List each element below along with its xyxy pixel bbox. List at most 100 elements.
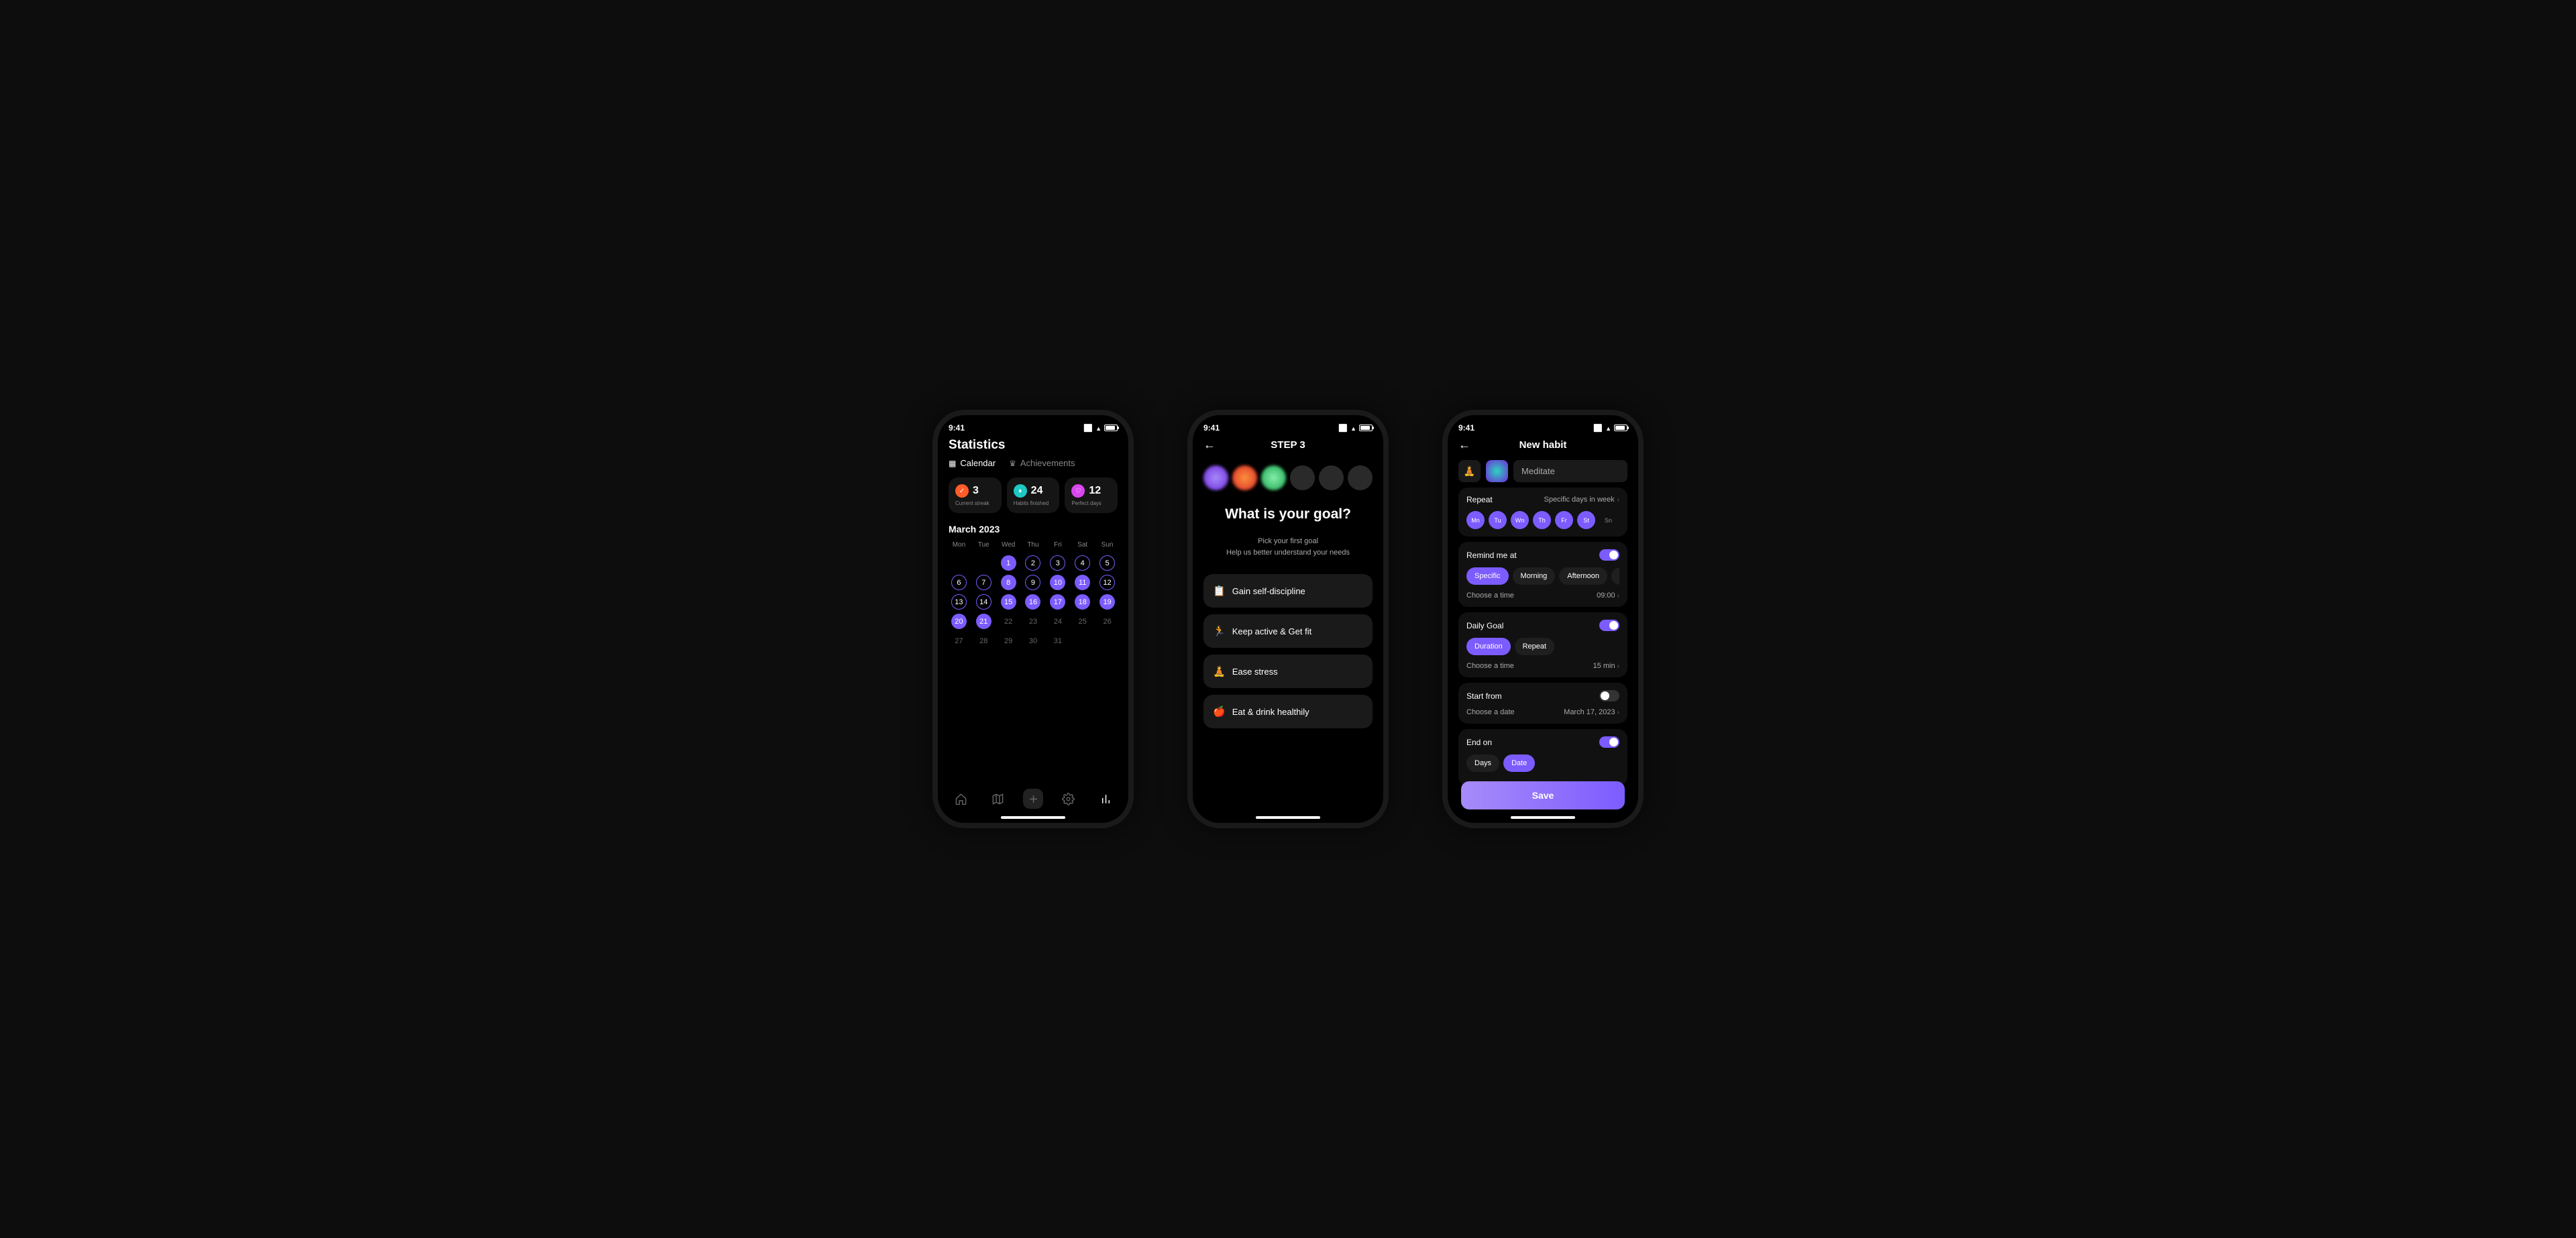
calendar-day[interactable]: 10 bbox=[1050, 575, 1065, 590]
goal-option[interactable]: 🧘 Ease stress bbox=[1203, 655, 1373, 688]
calendar-day[interactable]: 25 bbox=[1075, 614, 1090, 629]
repeat-value-button[interactable]: Specific days in week › bbox=[1544, 496, 1619, 504]
weekday-label: Thu bbox=[1023, 541, 1044, 551]
habit-emoji-picker[interactable]: 🧘 bbox=[1458, 460, 1481, 482]
end-on-label: End on bbox=[1466, 738, 1492, 747]
day-pill[interactable]: Mn bbox=[1466, 511, 1485, 529]
calendar-day[interactable]: 27 bbox=[951, 633, 967, 649]
day-pill[interactable]: Fr bbox=[1555, 511, 1573, 529]
wifi-icon bbox=[1095, 423, 1102, 433]
daily-goal-panel: Daily Goal DurationRepeat Choose a time … bbox=[1458, 612, 1627, 677]
calendar-day[interactable]: 13 bbox=[951, 594, 967, 610]
progress-dot bbox=[1203, 465, 1228, 490]
calendar-day[interactable]: 24 bbox=[1050, 614, 1065, 629]
save-button[interactable]: Save bbox=[1461, 781, 1625, 809]
home-indicator[interactable] bbox=[1511, 816, 1575, 819]
calendar-day[interactable]: 21 bbox=[976, 614, 991, 629]
calendar-day[interactable]: 16 bbox=[1025, 594, 1040, 610]
start-date-button[interactable]: March 17, 2023 › bbox=[1564, 708, 1619, 716]
goal-heading: What is your goal? bbox=[1203, 506, 1373, 522]
start-from-toggle[interactable] bbox=[1599, 690, 1619, 701]
goal-option[interactable]: 🍎 Eat & drink healthily bbox=[1203, 695, 1373, 728]
calendar-day[interactable]: 15 bbox=[1001, 594, 1016, 610]
day-pill[interactable]: Wn bbox=[1511, 511, 1529, 529]
habit-emoji: 🧘 bbox=[1464, 465, 1475, 477]
daily-goal-toggle[interactable] bbox=[1599, 620, 1619, 631]
weekday-label: Sat bbox=[1072, 541, 1093, 551]
calendar-day[interactable]: 22 bbox=[1001, 614, 1016, 629]
tab-calendar[interactable]: ▦ Calendar bbox=[949, 458, 996, 468]
status-bar: 9:41 bbox=[1193, 415, 1383, 433]
wifi-icon bbox=[1350, 423, 1356, 433]
chip[interactable]: Duration bbox=[1466, 638, 1511, 655]
calendar-day[interactable]: 3 bbox=[1050, 555, 1065, 571]
goal-option[interactable]: 📋 Gain self-discipline bbox=[1203, 574, 1373, 608]
back-button[interactable]: ← bbox=[1203, 438, 1216, 452]
signal-icon bbox=[1338, 423, 1348, 433]
calendar-day[interactable]: 26 bbox=[1099, 614, 1115, 629]
month-title: March 2023 bbox=[949, 524, 1118, 534]
stat-label: Habits finished bbox=[1014, 500, 1053, 506]
calendar-day[interactable]: 28 bbox=[976, 633, 991, 649]
calendar-day[interactable]: 23 bbox=[1025, 614, 1040, 629]
chevron-right-icon: › bbox=[1617, 709, 1619, 716]
calendar-day[interactable]: 30 bbox=[1025, 633, 1040, 649]
day-pill[interactable]: Tu bbox=[1489, 511, 1507, 529]
nav-stats[interactable] bbox=[1093, 787, 1118, 811]
calendar-day[interactable]: 1 bbox=[1001, 555, 1016, 571]
progress-dot bbox=[1232, 465, 1257, 490]
home-indicator[interactable] bbox=[1256, 816, 1320, 819]
day-pill[interactable]: St bbox=[1577, 511, 1595, 529]
chip[interactable]: Specific bbox=[1466, 567, 1509, 585]
home-indicator[interactable] bbox=[1001, 816, 1065, 819]
calendar-day[interactable]: 12 bbox=[1099, 575, 1115, 590]
calendar-day[interactable]: 18 bbox=[1075, 594, 1090, 610]
calendar-day[interactable]: 4 bbox=[1075, 555, 1090, 571]
calendar-day[interactable]: 8 bbox=[1001, 575, 1016, 590]
calendar-day[interactable]: 17 bbox=[1050, 594, 1065, 610]
chip[interactable]: Days bbox=[1466, 754, 1499, 772]
calendar-day[interactable]: 29 bbox=[1001, 633, 1016, 649]
tab-achievements[interactable]: ♛ Achievements bbox=[1009, 458, 1075, 468]
tab-calendar-label: Calendar bbox=[960, 458, 996, 468]
day-pill[interactable]: Sn bbox=[1599, 511, 1617, 529]
chip[interactable]: Date bbox=[1503, 754, 1535, 772]
screen-goal: 9:41 ← STEP 3 What is your goal? bbox=[1187, 410, 1389, 828]
remind-toggle[interactable] bbox=[1599, 549, 1619, 561]
battery-icon bbox=[1104, 425, 1118, 431]
status-time: 9:41 bbox=[1203, 423, 1220, 433]
screen-new-habit: 9:41 ← New habit 🧘 Meditate Repeat bbox=[1442, 410, 1644, 828]
page-title: Statistics bbox=[949, 438, 1118, 453]
wifi-icon bbox=[1605, 423, 1611, 433]
calendar-day[interactable]: 2 bbox=[1025, 555, 1040, 571]
habit-name-input[interactable]: Meditate bbox=[1513, 460, 1627, 482]
chip[interactable]: Morning bbox=[1513, 567, 1556, 585]
habit-color-picker[interactable] bbox=[1486, 460, 1508, 482]
goal-option[interactable]: 🏃 Keep active & Get fit bbox=[1203, 614, 1373, 648]
chip[interactable]: Repeat bbox=[1515, 638, 1554, 655]
daily-value-button[interactable]: 15 min › bbox=[1593, 662, 1619, 670]
chip[interactable]: Evening bbox=[1611, 567, 1619, 585]
daily-choose-label: Choose a time bbox=[1466, 662, 1514, 670]
nav-home[interactable] bbox=[949, 787, 973, 811]
day-pill[interactable]: Th bbox=[1533, 511, 1551, 529]
calendar-day[interactable]: 14 bbox=[976, 594, 991, 610]
remind-time-button[interactable]: 09:00 › bbox=[1597, 592, 1619, 600]
nav-add[interactable] bbox=[1023, 789, 1043, 809]
calendar-day[interactable]: 19 bbox=[1099, 594, 1115, 610]
back-button[interactable]: ← bbox=[1458, 438, 1470, 452]
calendar-day[interactable]: 9 bbox=[1025, 575, 1040, 590]
chevron-right-icon: › bbox=[1617, 663, 1619, 670]
calendar-day[interactable]: 7 bbox=[976, 575, 991, 590]
nav-map[interactable] bbox=[986, 787, 1010, 811]
chip[interactable]: Afternoon bbox=[1559, 567, 1607, 585]
calendar-day[interactable]: 6 bbox=[951, 575, 967, 590]
habit-name-value: Meditate bbox=[1521, 466, 1555, 476]
calendar-day[interactable]: 31 bbox=[1050, 633, 1065, 649]
calendar-day[interactable]: 20 bbox=[951, 614, 967, 629]
calendar-day[interactable]: 11 bbox=[1075, 575, 1090, 590]
repeat-value: Specific days in week bbox=[1544, 496, 1614, 504]
end-on-toggle[interactable] bbox=[1599, 736, 1619, 748]
nav-settings[interactable] bbox=[1057, 787, 1081, 811]
calendar-day[interactable]: 5 bbox=[1099, 555, 1115, 571]
